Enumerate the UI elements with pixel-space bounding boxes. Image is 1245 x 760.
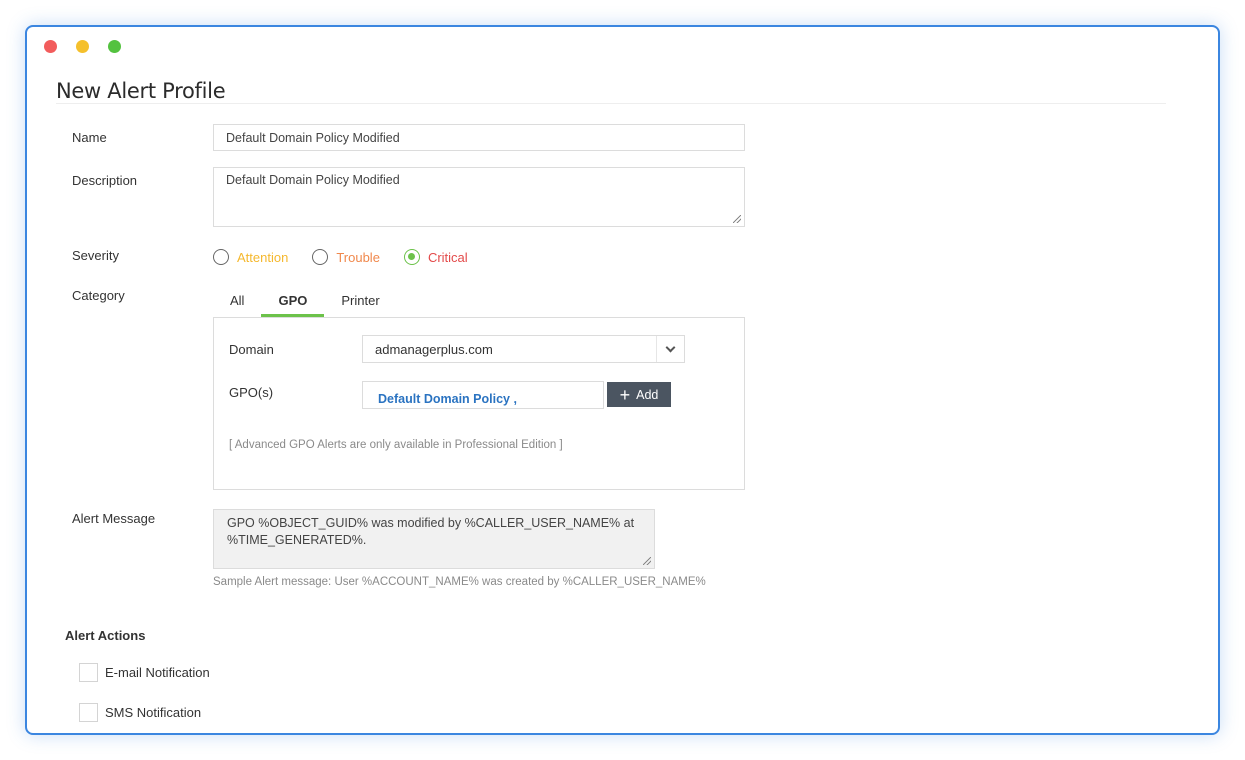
- description-label: Description: [72, 173, 138, 188]
- sms-notification-option[interactable]: SMS Notification: [79, 703, 201, 722]
- severity-attention-option[interactable]: Attention: [213, 249, 288, 265]
- tab-printer[interactable]: Printer: [324, 289, 396, 317]
- severity-radio-group: Attention Trouble Critical: [213, 248, 492, 266]
- alert-message-text: GPO %OBJECT_GUID% was modified by %CALLE…: [227, 516, 635, 547]
- severity-critical-option[interactable]: Critical: [403, 249, 468, 265]
- severity-trouble-label: Trouble: [336, 249, 380, 265]
- add-gpo-button[interactable]: + Add: [607, 382, 671, 407]
- sms-notification-checkbox[interactable]: [79, 703, 98, 722]
- severity-trouble-option[interactable]: Trouble: [312, 249, 380, 265]
- severity-critical-label: Critical: [427, 249, 468, 265]
- category-panel: Domain admanagerplus.com GPO(s) Default …: [213, 317, 745, 490]
- tab-all[interactable]: All: [213, 289, 261, 317]
- radio-unchecked-icon[interactable]: [312, 249, 329, 265]
- email-notification-label: E-mail Notification: [105, 665, 210, 680]
- domain-label: Domain: [229, 342, 274, 357]
- severity-label: Severity: [72, 248, 119, 263]
- resize-grip-icon[interactable]: [733, 215, 741, 223]
- description-textarea[interactable]: Default Domain Policy Modified: [213, 167, 745, 227]
- severity-attention-label: Attention: [237, 249, 289, 265]
- name-input[interactable]: Default Domain Policy Modified: [213, 124, 745, 151]
- sample-alert-message: Sample Alert message: User %ACCOUNT_NAME…: [213, 576, 706, 588]
- tab-gpo[interactable]: GPO: [261, 289, 325, 317]
- email-notification-checkbox[interactable]: [79, 663, 98, 682]
- radio-checked-icon[interactable]: [403, 249, 420, 265]
- gpo-picker-field[interactable]: Default Domain Policy ,: [362, 381, 604, 409]
- add-gpo-button-label: Add: [636, 387, 659, 402]
- email-notification-option[interactable]: E-mail Notification: [79, 663, 210, 682]
- minimize-window-button[interactable]: [76, 40, 89, 53]
- chevron-down-icon[interactable]: [656, 336, 684, 362]
- sms-notification-label: SMS Notification: [105, 705, 202, 720]
- plus-icon: +: [619, 384, 631, 405]
- close-window-button[interactable]: [44, 40, 57, 53]
- gpo-selected-value[interactable]: Default Domain Policy ,: [378, 392, 517, 406]
- title-divider: [56, 103, 1166, 104]
- page-title: New Alert Profile: [56, 79, 226, 103]
- maximize-window-button[interactable]: [108, 40, 121, 53]
- alert-message-label: Alert Message: [72, 511, 156, 526]
- gpos-label: GPO(s): [229, 385, 274, 400]
- professional-edition-note: [ Advanced GPO Alerts are only available…: [229, 439, 563, 451]
- alert-actions-title: Alert Actions: [65, 628, 146, 643]
- domain-select[interactable]: admanagerplus.com: [362, 335, 685, 363]
- description-text: Default Domain Policy Modified: [226, 173, 400, 187]
- resize-grip-icon[interactable]: [643, 557, 651, 565]
- alert-message-textarea[interactable]: GPO %OBJECT_GUID% was modified by %CALLE…: [213, 509, 655, 569]
- app-window: New Alert Profile Name Default Domain Po…: [25, 25, 1220, 735]
- name-label: Name: [72, 130, 107, 145]
- category-tabs: All GPO Printer: [213, 289, 397, 317]
- domain-selected-value: admanagerplus.com: [375, 341, 493, 357]
- radio-unchecked-icon[interactable]: [213, 249, 229, 265]
- category-label: Category: [72, 288, 125, 303]
